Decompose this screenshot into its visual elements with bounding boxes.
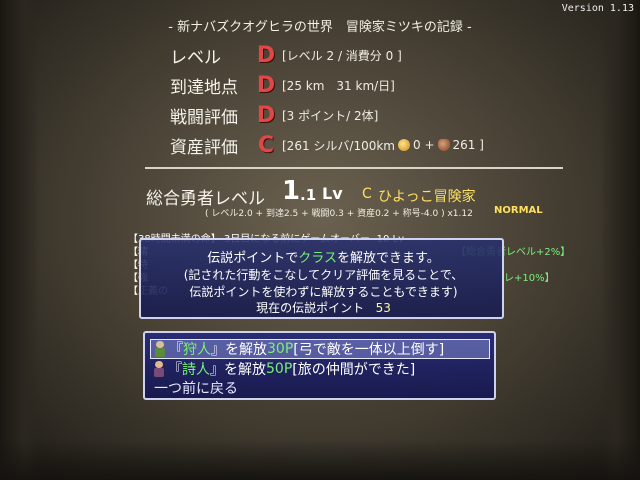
stat-row-assets: 資産評価 C [261 シルバ/100km 0 + 261 ] bbox=[170, 131, 484, 159]
overall-breakdown: ( レベル2.0 + 到達2.5 + 戦闘0.3 + 資産0.2 + 称号-4.… bbox=[205, 209, 473, 219]
overall-level-decimal: .1 bbox=[300, 186, 317, 204]
class-cost: 30P bbox=[267, 341, 294, 357]
info-line-3: 伝説ポイントを使わずに解放することもできます) bbox=[189, 285, 458, 299]
stat-row-battle: 戦闘評価 D [3 ポイント/ 2体] bbox=[170, 101, 378, 129]
record-title: - 新ナバズクオグヒラの世界 冒険家ミツキの記録 - bbox=[168, 20, 472, 35]
class-name: 詩人 bbox=[182, 362, 210, 378]
class-name: 狩人 bbox=[183, 342, 211, 358]
back-label: 一つ前に戻る bbox=[154, 381, 238, 397]
class-unlock-menu: 『狩人 』を解放 30P [弓で敵を一体以上倒す] 『詩人 』を解放 50P [旅の仲間… bbox=[143, 331, 496, 400]
menu-item-back[interactable]: 一つ前に戻る bbox=[150, 378, 490, 398]
scroll-edge-right bbox=[600, 0, 640, 480]
stat-detail: [レベル 2 / 消費分 0 ] bbox=[282, 48, 402, 63]
class-cost: 50P bbox=[266, 361, 293, 377]
overall-rank-title: ひよっこ冒険家 bbox=[378, 189, 476, 205]
poet-portrait-icon bbox=[152, 361, 166, 377]
overall-level-value: 1 bbox=[282, 176, 301, 206]
stat-detail: [3 ポイント/ 2体] bbox=[282, 108, 379, 123]
info-line-2: (記された行動をこなしてクリア評価を見ることで、 bbox=[183, 268, 464, 282]
legend-points-label: 現在の伝説ポイント bbox=[256, 301, 365, 315]
info-text: 伝説ポイントで bbox=[207, 251, 299, 266]
menu-text: 『 bbox=[168, 362, 182, 378]
stat-grade: D bbox=[256, 72, 276, 98]
legend-points-value: 53 bbox=[375, 301, 391, 315]
menu-item-unlock-hunter[interactable]: 『狩人 』を解放 30P [弓で敵を一体以上倒す] bbox=[150, 339, 490, 359]
stat-grade: D bbox=[256, 42, 276, 68]
item-bag-icon bbox=[437, 139, 450, 151]
info-line-1: 伝説ポイントでクラスを解放できます。 bbox=[141, 247, 506, 266]
stat-label: レベル bbox=[170, 47, 221, 68]
menu-item-unlock-poet[interactable]: 『詩人 』を解放 50P [旅の仲間ができた] bbox=[150, 359, 490, 379]
info-line-4: 現在の伝説ポイント 53 bbox=[141, 299, 506, 316]
stat-row-distance: 到達地点 D [25 km 31 km/日] bbox=[170, 71, 395, 99]
class-condition: [弓で敵を一体以上倒す] bbox=[293, 342, 445, 358]
assets-coin-text: 0 + bbox=[413, 138, 435, 152]
stat-grade: C bbox=[257, 132, 275, 158]
hunter-portrait-icon bbox=[153, 341, 167, 357]
version-label: Version 1.13 bbox=[561, 3, 634, 14]
stat-detail: [261 シルバ/100km 0 + 261 ] bbox=[282, 137, 484, 154]
assets-bag-text: 261 ] bbox=[452, 138, 484, 152]
info-text: を解放できます。 bbox=[337, 251, 440, 266]
overall-rank-letter: C bbox=[362, 186, 372, 202]
class-condition: [旅の仲間ができた] bbox=[292, 362, 416, 378]
stat-row-level: レベル D [レベル 2 / 消費分 0 ] bbox=[170, 41, 402, 69]
info-highlight-class: クラス bbox=[298, 251, 338, 266]
stat-grade: D bbox=[256, 102, 276, 128]
menu-text: 』を解放 bbox=[210, 362, 266, 378]
title-log-right: レ+10%】 bbox=[504, 273, 555, 284]
class-unlock-info-window: 伝説ポイントでクラスを解放できます。 (記された行動をこなしてクリア評価を見るこ… bbox=[139, 238, 504, 319]
stat-detail: [25 km 31 km/日] bbox=[282, 78, 395, 93]
coin-icon bbox=[398, 139, 410, 151]
stat-label: 到達地点 bbox=[170, 77, 238, 98]
section-divider bbox=[145, 167, 563, 169]
stat-label: 戦闘評価 bbox=[170, 107, 238, 128]
scroll-edge-left bbox=[0, 0, 40, 480]
difficulty-mode: NORMAL bbox=[494, 205, 543, 216]
menu-text: 『 bbox=[169, 342, 183, 358]
scroll-edge-bottom bbox=[0, 440, 640, 480]
menu-text: 』を解放 bbox=[211, 342, 267, 358]
stat-label: 資産評価 bbox=[170, 137, 238, 158]
overall-level-unit: Lv bbox=[322, 184, 343, 203]
assets-silver-text: [261 シルバ/100km bbox=[282, 138, 395, 153]
